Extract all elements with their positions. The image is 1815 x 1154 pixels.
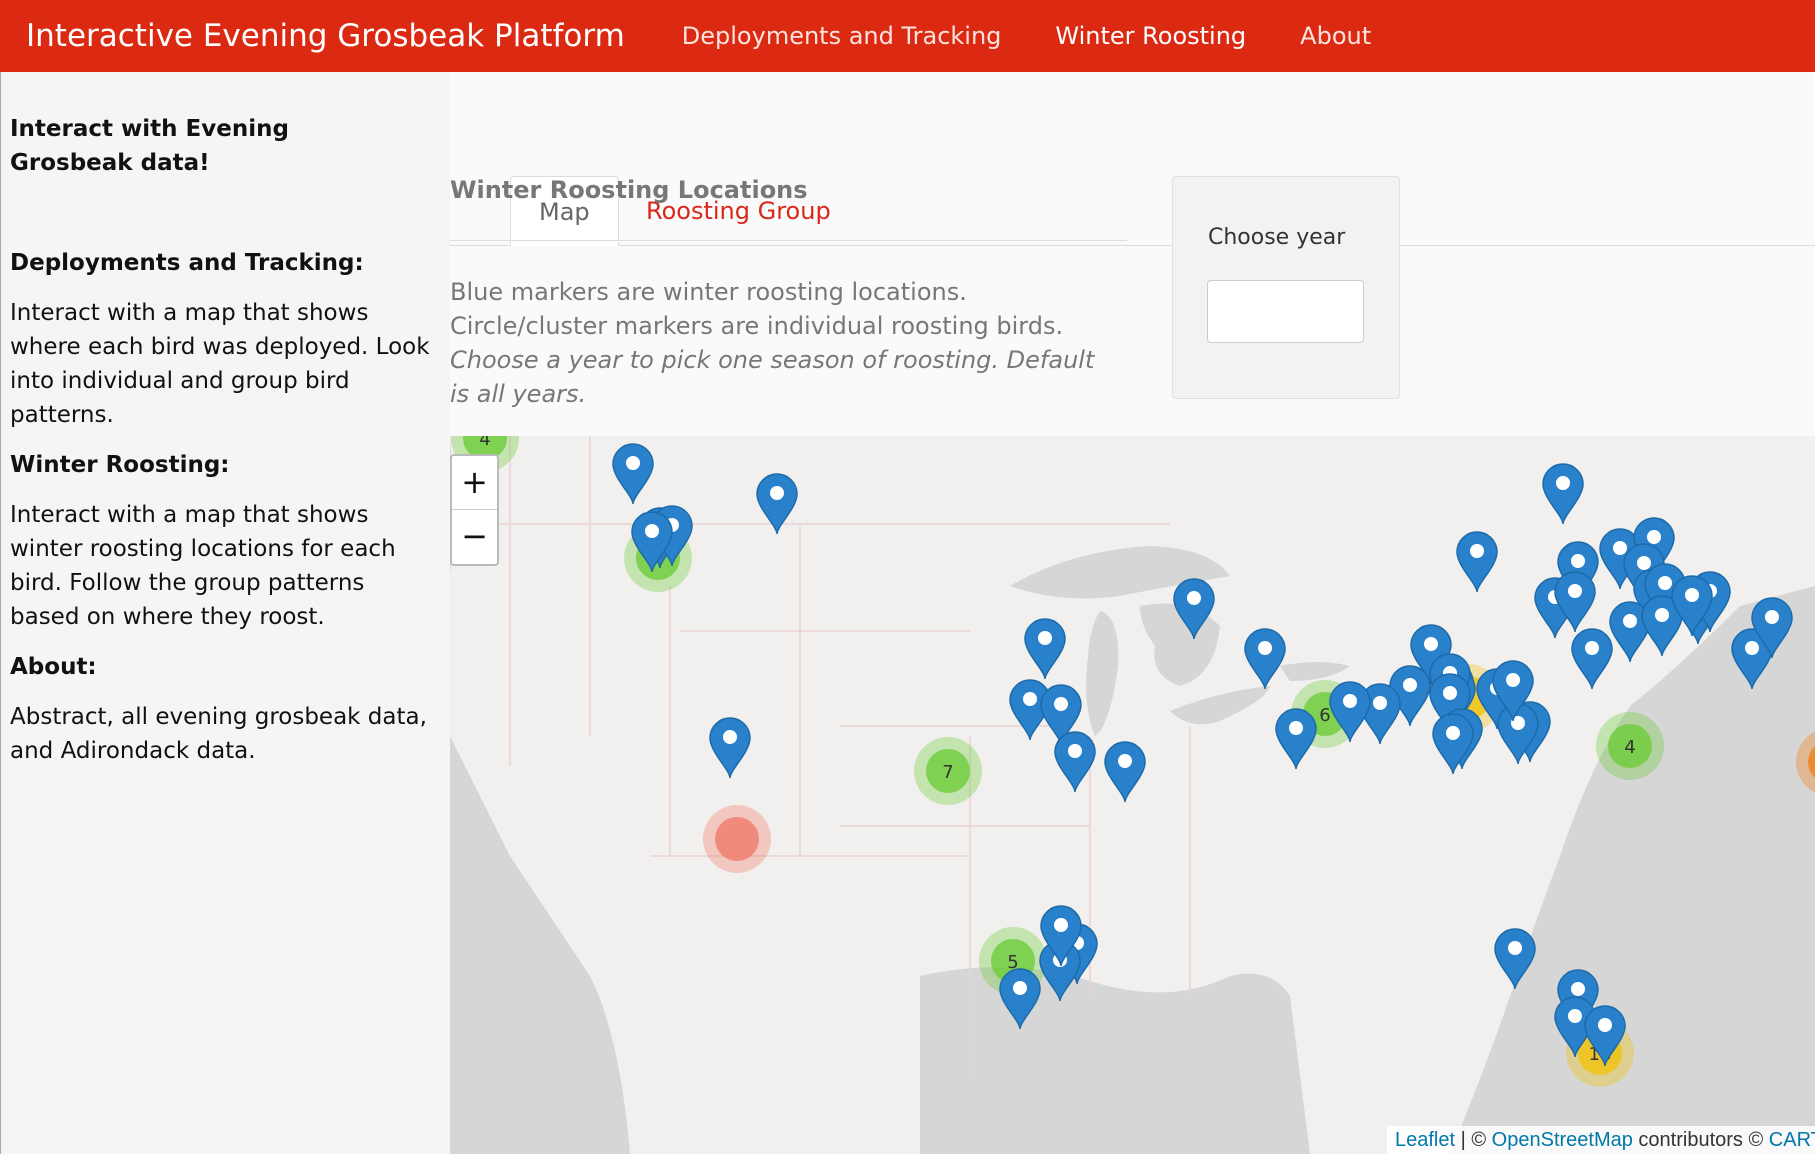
leaflet-link[interactable]: Leaflet (1395, 1129, 1455, 1151)
description-hint: Choose a year to pick one season of roos… (450, 346, 1095, 408)
map-attribution: Leaflet | © OpenStreetMap contributors ©… (1387, 1126, 1815, 1154)
roosting-location-marker[interactable] (709, 717, 751, 779)
roosting-location-marker[interactable] (1024, 618, 1066, 680)
navbar: Interactive Evening Grosbeak Platform De… (0, 0, 1815, 72)
cluster-marker[interactable]: 7 (914, 737, 982, 805)
roosting-location-marker[interactable] (1432, 713, 1474, 775)
divider (450, 240, 1127, 241)
sidebar-heading: Interact with Evening Grosbeak data! (10, 116, 289, 176)
cluster-marker[interactable]: 4 (1596, 712, 1664, 780)
roosting-location-marker[interactable] (1456, 531, 1498, 593)
nav-link-deployments[interactable]: Deployments and Tracking (682, 22, 1002, 50)
roosting-location-marker[interactable] (1275, 708, 1317, 770)
cluster-count: 6 (1319, 705, 1330, 726)
pacific-ocean (450, 736, 630, 1154)
roosting-location-marker[interactable] (1542, 463, 1584, 525)
attribution-text: contributors © (1632, 1129, 1769, 1151)
cluster-count: 7 (942, 762, 953, 783)
section-title: Winter Roosting Locations (450, 176, 808, 204)
description-line: Circle/cluster markers are individual ro… (450, 312, 1064, 340)
gulf-of-mexico (920, 967, 1310, 1154)
brand-title[interactable]: Interactive Evening Grosbeak Platform (26, 18, 625, 54)
cluster-marker[interactable] (703, 805, 771, 873)
zoom-control: + − (450, 454, 499, 566)
year-input[interactable] (1207, 280, 1364, 343)
attribution-separator: | © (1455, 1129, 1492, 1151)
sidebar-section-title: Winter Roosting: (10, 452, 230, 478)
lake-erie (1170, 686, 1270, 725)
cluster-count: 4 (1624, 737, 1635, 758)
sidebar-section-title: About: (10, 654, 97, 680)
lake-michigan (1086, 611, 1119, 736)
lake-ontario (1280, 662, 1350, 681)
sidebar-section-title: Deployments and Tracking: (10, 250, 364, 276)
nav-link-about[interactable]: About (1300, 22, 1371, 50)
osm-link[interactable]: OpenStreetMap (1492, 1129, 1633, 1151)
nav-link-winter-roosting[interactable]: Winter Roosting (1055, 22, 1246, 50)
carto-link[interactable]: CARTO (1769, 1129, 1815, 1151)
year-panel: Choose year (1172, 176, 1400, 399)
cluster-count: 4 (479, 436, 490, 450)
roosting-location-marker[interactable] (1571, 628, 1613, 690)
roosting-location-marker[interactable] (1104, 741, 1146, 803)
year-label: Choose year (1208, 225, 1346, 250)
roosting-location-marker[interactable] (612, 443, 654, 505)
tab-bar: Map Roosting Group (450, 104, 1815, 246)
roosting-location-marker[interactable] (1244, 628, 1286, 690)
map[interactable]: 4741096518 (450, 436, 1815, 1154)
map-canvas[interactable]: 4741096518 (450, 436, 1815, 1154)
zoom-out-button[interactable]: − (452, 510, 497, 564)
zoom-in-button[interactable]: + (452, 456, 497, 510)
sidebar-section-text: Abstract, all evening grosbeak data, and… (10, 704, 427, 764)
roosting-location-marker[interactable] (756, 473, 798, 535)
sidebar-section-text: Interact with a map that shows winter ro… (10, 502, 396, 630)
sidebar-section-text: Interact with a map that shows where eac… (10, 300, 430, 428)
roosting-location-marker[interactable] (1054, 731, 1096, 793)
sidebar: Interact with Evening Grosbeak data! Dep… (0, 72, 450, 1154)
description: Blue markers are winter roosting locatio… (450, 275, 1130, 411)
description-line: Blue markers are winter roosting locatio… (450, 278, 967, 306)
